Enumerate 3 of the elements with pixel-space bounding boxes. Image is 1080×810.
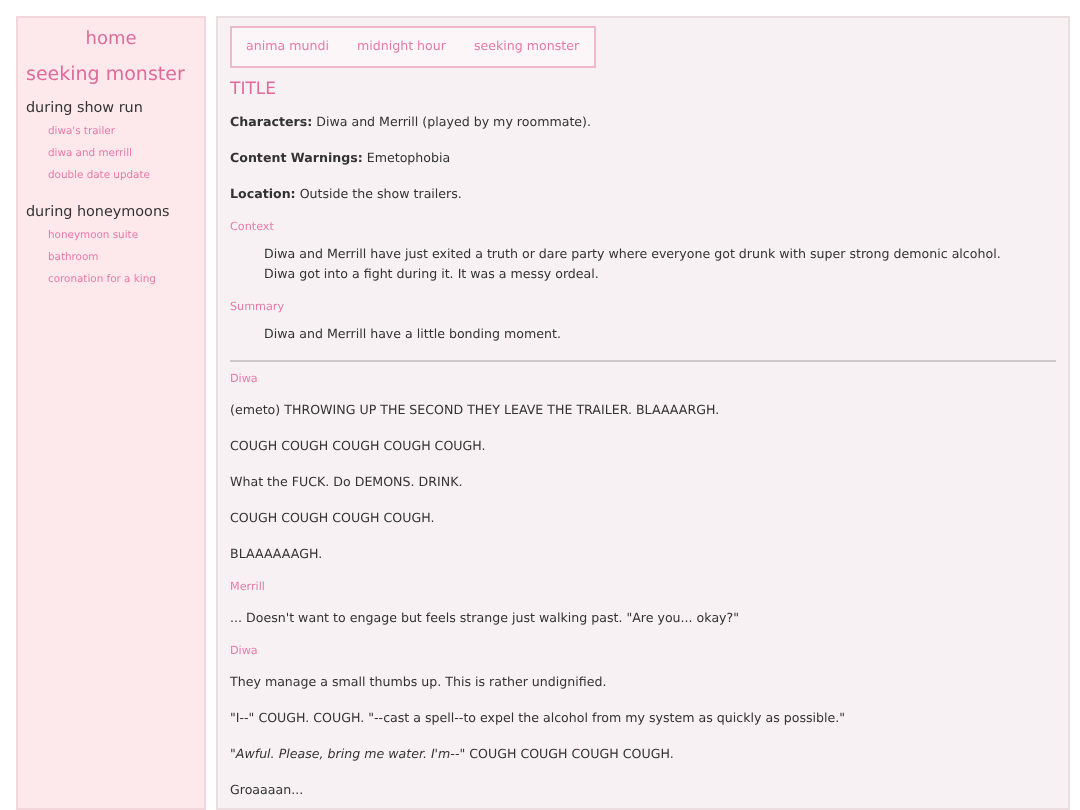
post-title: TITLE [230,80,278,100]
sidebar-title: seeking monster [26,64,187,86]
home-link[interactable]: home [26,30,196,50]
